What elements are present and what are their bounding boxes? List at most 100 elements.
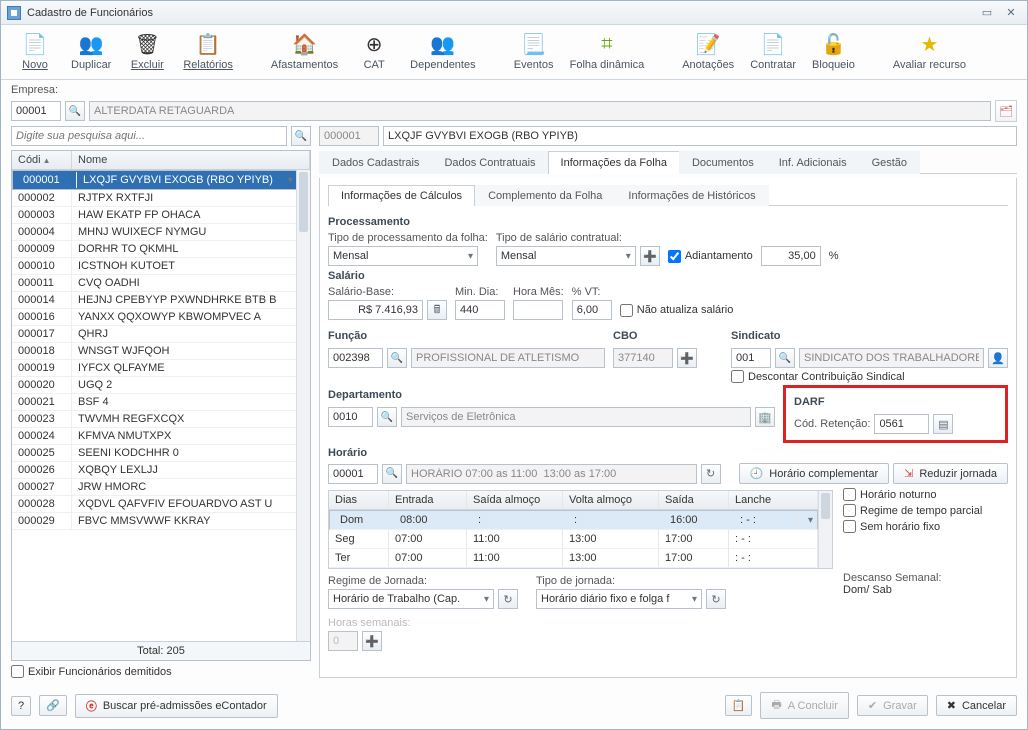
horario-row[interactable]: Ter07:0011:0013:0017:00: - : xyxy=(329,549,818,568)
horario-complementar-button[interactable]: Horário complementar xyxy=(739,463,890,484)
table-row[interactable]: 000003HAW EKATP FP OHACA xyxy=(12,207,296,224)
funcao-search-icon[interactable] xyxy=(387,348,407,368)
salario-base-input[interactable] xyxy=(328,300,423,320)
col-header-name[interactable]: Nome xyxy=(72,151,310,169)
tipo-jornada-select[interactable]: Horário diário fixo e folga f xyxy=(536,589,702,609)
departamento-search-icon[interactable] xyxy=(377,407,397,427)
table-row[interactable]: 000024KFMVA NMUTXPX xyxy=(12,428,296,445)
col-header-code[interactable]: Códi▲ xyxy=(12,151,72,169)
darf-cod-retencao-input[interactable] xyxy=(874,414,929,434)
gravar-button[interactable]: ✔ Gravar xyxy=(857,695,928,716)
horas-add-icon[interactable]: ➕ xyxy=(362,631,382,651)
vt-input[interactable] xyxy=(572,300,612,320)
horario-row[interactable]: Dom08:00::16:00: - : xyxy=(329,510,818,530)
empresa-card-icon[interactable]: 🗂 xyxy=(995,100,1017,122)
contratar-button[interactable]: 📄Contratar xyxy=(744,29,802,73)
sindicato-code-input[interactable] xyxy=(731,348,771,368)
tab-documentos[interactable]: Documentos xyxy=(679,151,767,174)
table-row[interactable]: 000004MHNJ WUIXECF NYMGU xyxy=(12,224,296,241)
empresa-search-icon[interactable] xyxy=(65,101,85,121)
bloqueio-button[interactable]: 🔓Bloqueio xyxy=(806,29,861,73)
tipo-processamento-select[interactable]: Mensal xyxy=(328,246,478,266)
adiantamento-input[interactable] xyxy=(761,246,821,266)
table-row[interactable]: 000018WNSGT WJFQOH xyxy=(12,343,296,360)
horario-scrollbar[interactable] xyxy=(818,491,832,568)
darf-list-icon[interactable]: ▤ xyxy=(933,414,953,434)
cat-button[interactable]: ⊕CAT xyxy=(348,29,400,73)
cbo-add-icon[interactable]: ➕ xyxy=(677,348,697,368)
excluir-button[interactable]: 🗑Excluir xyxy=(121,29,173,73)
subtab-calculos[interactable]: Informações de Cálculos xyxy=(328,185,475,206)
minimize-icon[interactable]: ▭ xyxy=(977,5,997,21)
horario-row[interactable]: Seg07:0011:0013:0017:00: - : xyxy=(329,530,818,549)
grid-scrollbar[interactable] xyxy=(296,170,310,641)
tipo-jornada-refresh-icon[interactable] xyxy=(706,589,726,609)
table-row[interactable]: 000016YANXX QQXOWYP KBWOMPVEC A xyxy=(12,309,296,326)
buscar-preadmissoes-button[interactable]: ⓔBuscar pré-admissões eContador xyxy=(75,694,278,718)
concluir-button[interactable]: 🖶 A Concluir xyxy=(760,692,849,719)
horario-refresh-icon[interactable] xyxy=(701,464,721,484)
adiantamento-checkbox[interactable]: Adiantamento xyxy=(668,250,753,263)
tab-adicionais[interactable]: Inf. Adicionais xyxy=(766,151,860,174)
departamento-code-input[interactable] xyxy=(328,407,373,427)
tab-contratuais[interactable]: Dados Contratuais xyxy=(431,151,548,174)
table-row[interactable]: 000010ICSTNOH KUTOET xyxy=(12,258,296,275)
tab-gestao[interactable]: Gestão xyxy=(859,151,920,174)
departamento-add-icon[interactable]: 🏢 xyxy=(755,407,775,427)
link-button[interactable]: 🔗 xyxy=(39,695,67,716)
tipo-salario-add-icon[interactable]: ➕ xyxy=(640,246,660,266)
anotacoes-button[interactable]: 📝Anotações xyxy=(676,29,740,73)
funcao-code-input[interactable] xyxy=(328,348,383,368)
hora-mes-input[interactable] xyxy=(513,300,563,320)
dependentes-button[interactable]: 👥Dependentes xyxy=(404,29,481,73)
search-input[interactable] xyxy=(11,126,287,146)
table-row[interactable]: 000027JRW HMORC xyxy=(12,479,296,496)
exibir-demitidos-checkbox[interactable]: Exibir Funcionários demitidos xyxy=(11,665,311,678)
reduzir-jornada-button[interactable]: Reduzir jornada xyxy=(893,463,1008,484)
table-row[interactable]: 000014HEJNJ CPEBYYP PXWNDHRKE BTB B xyxy=(12,292,296,309)
table-row[interactable]: 000020UGQ 2 xyxy=(12,377,296,394)
horario-noturno-checkbox[interactable]: Horário noturno xyxy=(843,488,936,501)
cancelar-button[interactable]: ✖ Cancelar xyxy=(936,695,1017,716)
sindicato-person-icon[interactable]: 👤 xyxy=(988,348,1008,368)
regime-parcial-checkbox[interactable]: Regime de tempo parcial xyxy=(843,504,982,517)
table-row[interactable]: 000017QHRJ xyxy=(12,326,296,343)
regime-jornada-select[interactable]: Horário de Trabalho (Cap. xyxy=(328,589,494,609)
table-row[interactable]: 000021BSF 4 xyxy=(12,394,296,411)
table-row[interactable]: 000025SEENI KODCHHR 0 xyxy=(12,445,296,462)
help-button[interactable]: ? xyxy=(11,696,31,716)
tab-folha[interactable]: Informações da Folha xyxy=(548,151,680,174)
sem-horario-fixo-checkbox[interactable]: Sem horário fixo xyxy=(843,520,940,533)
table-row[interactable]: 000011CVQ OADHI xyxy=(12,275,296,292)
tipo-salario-select[interactable]: Mensal xyxy=(496,246,636,266)
regime-refresh-icon[interactable] xyxy=(498,589,518,609)
table-row[interactable]: 000028XQDVL QAFVFIV EFOUARDVO AST U xyxy=(12,496,296,513)
avaliar-button[interactable]: ★Avaliar recurso xyxy=(887,29,972,73)
horario-search-icon[interactable] xyxy=(382,464,402,484)
copy-button[interactable]: 📋 xyxy=(725,695,753,716)
table-row[interactable]: 000023TWVMH REGFXCQX xyxy=(12,411,296,428)
relatorios-button[interactable]: 📋Relatórios xyxy=(177,29,239,73)
selected-name[interactable] xyxy=(383,126,1017,146)
descontar-sindical-checkbox[interactable]: Descontar Contribuição Sindical xyxy=(731,370,1008,383)
novo-button[interactable]: 📄Novo xyxy=(9,29,61,73)
close-icon[interactable]: ✕ xyxy=(1001,5,1021,21)
table-row[interactable]: 000019IYFCX QLFAYME xyxy=(12,360,296,377)
nao-atualiza-checkbox[interactable]: Não atualiza salário xyxy=(620,304,734,317)
search-icon[interactable] xyxy=(291,126,311,146)
table-row[interactable]: 000009DORHR TO QKMHL xyxy=(12,241,296,258)
table-row[interactable]: 000002RJTPX RXTFJI xyxy=(12,190,296,207)
table-row[interactable]: 000001LXQJF GVYBVI EXOGB (RBO YPIYB) xyxy=(12,170,296,190)
subtab-historicos[interactable]: Informações de Históricos xyxy=(615,185,768,206)
afastamentos-button[interactable]: 🏠Afastamentos xyxy=(265,29,344,73)
table-row[interactable]: 000029FBVC MMSVWWF KKRAY xyxy=(12,513,296,530)
folha-dinamica-button[interactable]: ⌗Folha dinâmica xyxy=(564,29,651,73)
tab-cadastrais[interactable]: Dados Cadastrais xyxy=(319,151,432,174)
subtab-complemento[interactable]: Complemento da Folha xyxy=(475,185,615,206)
eventos-button[interactable]: 📃Eventos xyxy=(508,29,560,73)
sindicato-search-icon[interactable] xyxy=(775,348,795,368)
min-dia-input[interactable] xyxy=(455,300,505,320)
duplicar-button[interactable]: 👥Duplicar xyxy=(65,29,117,73)
salario-calc-icon[interactable]: 🖩 xyxy=(427,300,447,320)
empresa-code-input[interactable] xyxy=(11,101,61,121)
